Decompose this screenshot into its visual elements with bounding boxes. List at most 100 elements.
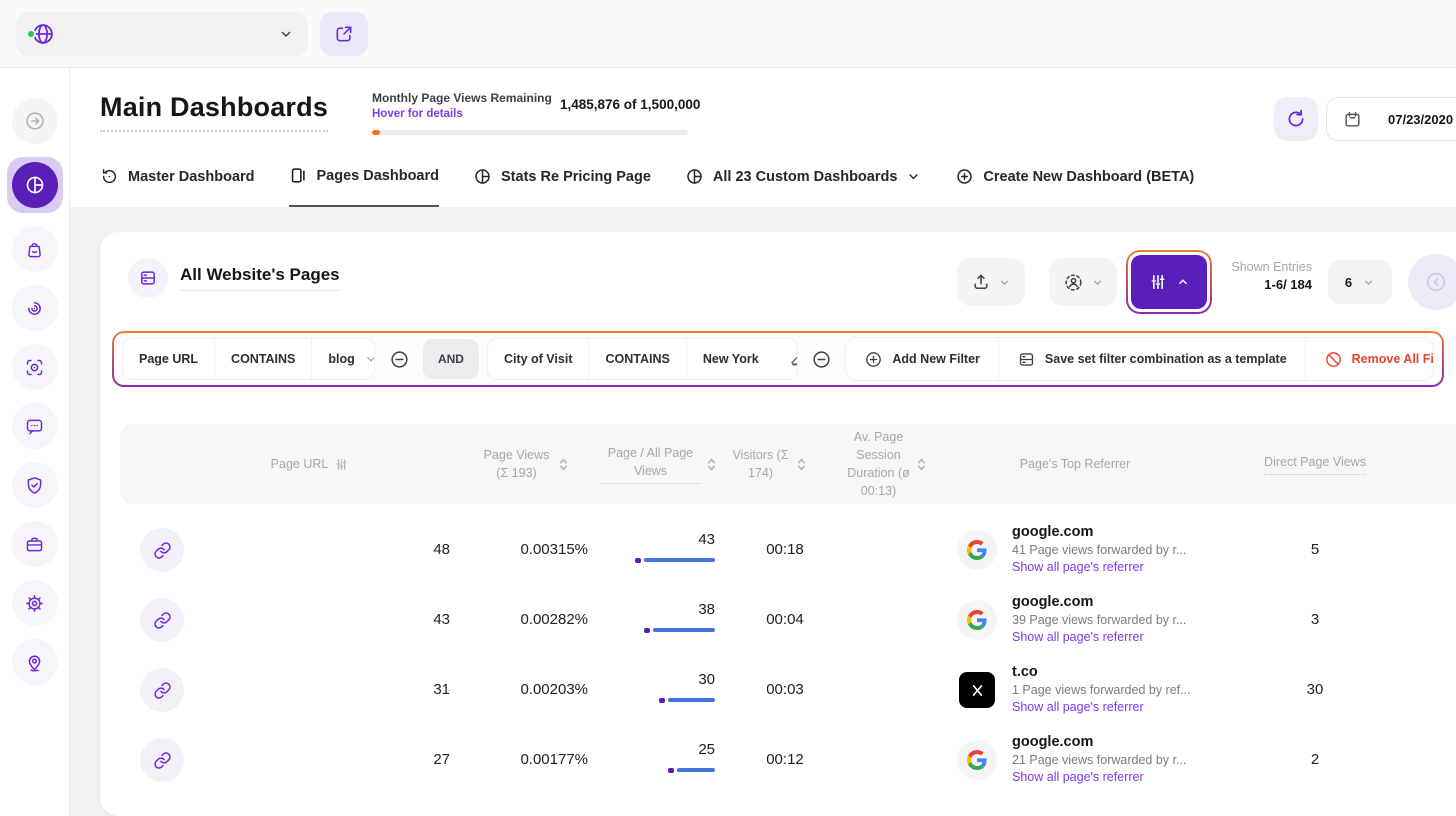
sidebar-item-visitor-location[interactable] — [12, 639, 58, 685]
add-new-filter-button[interactable]: Add New Filter — [846, 338, 999, 380]
visitors-value: 43 — [615, 531, 715, 548]
referrer-domain: google.com — [1012, 594, 1272, 610]
show-all-referrer-link[interactable]: Show all page's referrer — [1012, 630, 1272, 644]
visitors-bar — [615, 627, 715, 633]
google-favicon — [957, 740, 997, 780]
save-filter-template-button[interactable]: Save set filter combination as a templat… — [999, 338, 1306, 380]
website-selector[interactable] — [16, 12, 308, 56]
sort-icon[interactable] — [917, 457, 926, 472]
sliders-icon — [1148, 272, 1168, 292]
arrow-left-circle-icon — [1424, 270, 1448, 294]
col-page-url[interactable]: Page URL — [230, 424, 390, 504]
sort-icon[interactable] — [559, 457, 568, 472]
calendar-icon — [1343, 110, 1362, 129]
filter-toggle-button[interactable] — [1131, 255, 1207, 309]
minus-circle-icon — [389, 349, 410, 370]
open-website-button[interactable] — [320, 12, 368, 56]
external-link-icon — [334, 24, 354, 44]
col-visitors[interactable]: Visitors (Σ 174) — [728, 424, 808, 504]
sort-icon[interactable] — [707, 457, 716, 472]
filter-1-operator[interactable]: CONTAINS — [215, 339, 312, 379]
page-link-icon[interactable] — [140, 528, 184, 572]
filter-1-field[interactable]: Page URL — [123, 339, 215, 379]
filter-1-value[interactable]: blog — [312, 339, 375, 379]
sidebar-item-collapse[interactable] — [12, 98, 58, 144]
page-share-value: 0.00282% — [490, 611, 588, 628]
tab-label: All 23 Custom Dashboards — [713, 169, 898, 185]
eraser-icon[interactable] — [788, 351, 798, 368]
col-avg-session[interactable]: Av. Page Session Duration (ø 00:13) — [842, 424, 930, 504]
table-row: 43 0.00282% 38 00:04 google.com 39 Page … — [120, 585, 1456, 655]
filter-2-field[interactable]: City of Visit — [488, 339, 590, 379]
col-top-referrer: Page's Top Referrer — [995, 424, 1155, 504]
filter-bar: Page URL CONTAINS blog AND — [114, 333, 1442, 385]
col-page-views[interactable]: Page Views (Σ 193) — [480, 424, 568, 504]
google-favicon — [957, 600, 997, 640]
show-all-referrer-link[interactable]: Show all page's referrer — [1012, 770, 1272, 784]
page-size-select[interactable]: 6 — [1328, 260, 1392, 304]
no-entry-icon — [1324, 350, 1343, 369]
direct-views-value: 3 — [1270, 611, 1360, 628]
col-direct-views[interactable]: Direct Page Views — [1235, 424, 1395, 504]
collapse-widget-button[interactable] — [1408, 254, 1456, 310]
export-button[interactable] — [957, 258, 1025, 306]
chevron-down-icon — [1091, 276, 1104, 289]
segments-button[interactable] — [1049, 258, 1117, 306]
page-link-icon[interactable] — [140, 738, 184, 782]
briefcase-icon — [24, 534, 45, 555]
visitors-bar — [615, 767, 715, 773]
tab-label: Master Dashboard — [128, 169, 255, 185]
visitors-value: 30 — [615, 671, 715, 688]
sidebar-item-ecommerce[interactable] — [12, 226, 58, 272]
conjunction-label: AND — [438, 352, 464, 366]
plus-circle-icon — [955, 167, 974, 186]
gear-icon — [24, 593, 45, 614]
visitors-value: 25 — [615, 741, 715, 758]
referrer-block: google.com 21 Page views forwarded by r.… — [1012, 734, 1272, 784]
col-page-share[interactable]: Page / All Page Views — [598, 424, 718, 504]
filter-2-operator[interactable]: CONTAINS — [589, 339, 686, 379]
sidebar-item-behaviour[interactable] — [12, 285, 58, 331]
minus-circle-icon — [811, 349, 832, 370]
location-pin-icon — [24, 652, 45, 673]
sidebar-item-recordings[interactable] — [12, 344, 58, 390]
visitors-value: 38 — [615, 601, 715, 618]
page-link-icon[interactable] — [140, 598, 184, 642]
shopping-bag-icon — [24, 239, 45, 260]
show-all-referrer-link[interactable]: Show all page's referrer — [1012, 700, 1272, 714]
remove-filter-2-button[interactable] — [806, 342, 838, 376]
conjunction-chip[interactable]: AND — [423, 339, 479, 379]
sidebar-item-privacy[interactable] — [12, 462, 58, 508]
avg-session-value: 00:04 — [745, 611, 825, 628]
avg-session-value: 00:12 — [745, 751, 825, 768]
tab-stats-re-pricing[interactable]: Stats Re Pricing Page — [473, 160, 651, 207]
tab-label: Stats Re Pricing Page — [501, 169, 651, 185]
col-clipped: Page's — [1450, 424, 1456, 504]
tab-pages-dashboard[interactable]: Pages Dashboard — [289, 160, 440, 207]
remove-all-filters-button[interactable]: Remove All Filters — [1306, 338, 1434, 380]
sidebar-item-feedback[interactable] — [12, 403, 58, 449]
chevron-up-icon — [1176, 275, 1190, 289]
column-settings-icon[interactable] — [334, 457, 349, 472]
refresh-button[interactable] — [1274, 97, 1318, 141]
tab-master-dashboard[interactable]: Master Dashboard — [100, 160, 255, 207]
refresh-icon — [1285, 108, 1307, 130]
page-link-icon[interactable] — [140, 668, 184, 712]
remove-filter-1-button[interactable] — [383, 342, 415, 376]
tab-all-custom-dashboards[interactable]: All 23 Custom Dashboards — [685, 160, 922, 207]
filter-2-value[interactable]: New York — [687, 339, 798, 379]
date-range-picker[interactable]: 07/23/2020 — [1326, 97, 1456, 141]
tab-label: Pages Dashboard — [317, 168, 440, 184]
tab-create-new-dashboard[interactable]: Create New Dashboard (BETA) — [955, 160, 1194, 207]
sidebar-item-dashboards[interactable] — [7, 157, 63, 213]
referrer-detail: 21 Page views forwarded by r... — [1012, 753, 1272, 767]
chevron-down-icon — [278, 26, 294, 42]
sort-icon[interactable] — [797, 457, 806, 472]
chat-feedback-icon — [24, 416, 45, 437]
sidebar-item-company[interactable] — [12, 521, 58, 567]
save-template-label: Save set filter combination as a templat… — [1045, 352, 1287, 366]
show-all-referrer-link[interactable]: Show all page's referrer — [1012, 560, 1272, 574]
globe-icon — [30, 21, 56, 47]
direct-views-value: 2 — [1270, 751, 1360, 768]
sidebar-item-settings[interactable] — [12, 580, 58, 626]
